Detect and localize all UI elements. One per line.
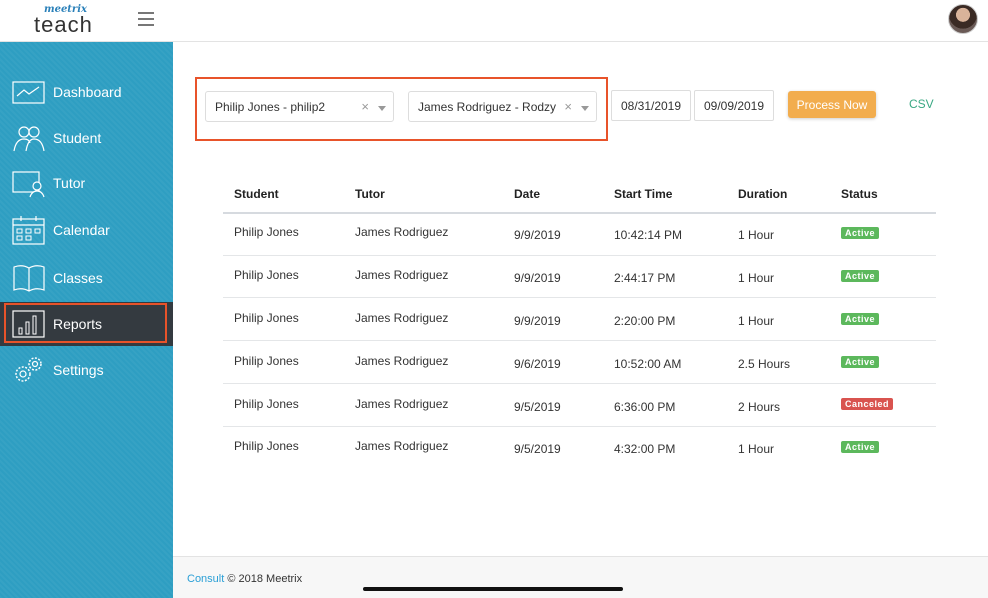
date-to-input[interactable]: 09/09/2019 xyxy=(694,90,774,121)
student-select-value: Philip Jones - philip2 xyxy=(215,99,326,114)
top-bar: meetrix teach xyxy=(0,0,988,42)
status-badge: Active xyxy=(841,356,880,368)
cell-duration: 1 Hour xyxy=(738,271,775,285)
cell-start-time: 4:32:00 PM xyxy=(614,442,676,456)
sidebar-item-dashboard[interactable]: Dashboard xyxy=(0,70,173,114)
cell-duration: 2.5 Hours xyxy=(738,357,791,371)
menu-toggle-icon[interactable] xyxy=(138,12,154,26)
status-badge: Active xyxy=(841,227,880,239)
sidebar-item-settings[interactable]: Settings xyxy=(0,348,173,392)
sidebar-item-label: Reports xyxy=(53,316,103,332)
sidebar-item-classes[interactable]: Classes xyxy=(0,256,173,300)
cell-student: Philip Jones xyxy=(234,397,299,411)
cell-student: Philip Jones xyxy=(234,439,299,453)
row-divider xyxy=(223,297,936,298)
column-header-tutor[interactable]: Tutor xyxy=(355,187,385,201)
cell-duration: 2 Hours xyxy=(738,400,781,414)
cell-student: Philip Jones xyxy=(234,225,299,239)
cell-student: Philip Jones xyxy=(234,311,299,325)
date-from-input[interactable]: 08/31/2019 xyxy=(611,90,691,121)
cell-date: 9/9/2019 xyxy=(514,228,561,242)
table-header-divider xyxy=(223,212,936,214)
student-icon xyxy=(13,126,45,152)
sidebar-item-label: Classes xyxy=(53,270,103,286)
column-header-start-time[interactable]: Start Time xyxy=(614,187,672,201)
cell-student: Philip Jones xyxy=(234,354,299,368)
csv-link[interactable]: CSV xyxy=(909,97,934,111)
cell-start-time: 2:44:17 PM xyxy=(614,271,676,285)
status-badge: Active xyxy=(841,441,880,453)
sidebar-item-label: Calendar xyxy=(53,222,110,238)
sidebar-item-label: Tutor xyxy=(53,175,86,191)
classes-icon xyxy=(13,265,45,292)
sidebar-item-tutor[interactable]: Tutor xyxy=(0,161,173,205)
column-header-student[interactable]: Student xyxy=(234,187,279,201)
chevron-down-icon[interactable] xyxy=(581,106,589,111)
settings-icon xyxy=(15,357,42,382)
cell-tutor: James Rodriguez xyxy=(355,311,449,325)
cell-start-time: 6:36:00 PM xyxy=(614,400,676,414)
tutor-select[interactable]: James Rodriguez - Rodzy × xyxy=(408,91,597,122)
footer-text: Consult © 2018 Meetrix xyxy=(187,573,302,585)
process-now-button[interactable]: Process Now xyxy=(788,91,876,118)
column-header-duration[interactable]: Duration xyxy=(738,187,787,201)
cell-tutor: James Rodriguez xyxy=(355,397,449,411)
cell-date: 9/5/2019 xyxy=(514,442,561,456)
tutor-select-value: James Rodriguez - Rodzy xyxy=(418,99,557,114)
cell-start-time: 10:42:14 PM xyxy=(614,228,683,242)
sidebar: Dashboard Student Tutor Calendar Classes… xyxy=(0,42,173,598)
calendar-icon xyxy=(12,216,45,245)
dashboard-icon xyxy=(12,81,45,104)
status-badge: Canceled xyxy=(841,398,894,410)
avatar[interactable] xyxy=(948,4,978,34)
cell-tutor: James Rodriguez xyxy=(355,225,449,239)
tutor-icon xyxy=(12,171,45,198)
cell-student: Philip Jones xyxy=(234,268,299,282)
clear-icon[interactable]: × xyxy=(564,99,572,114)
status-badge: Active xyxy=(841,313,880,325)
footer: Consult © 2018 Meetrix xyxy=(173,556,988,598)
column-header-status[interactable]: Status xyxy=(841,187,878,201)
clear-icon[interactable]: × xyxy=(361,99,369,114)
status-badge: Active xyxy=(841,270,880,282)
cell-duration: 1 Hour xyxy=(738,314,775,328)
cell-tutor: James Rodriguez xyxy=(355,439,449,453)
cell-start-time: 2:20:00 PM xyxy=(614,314,676,328)
sidebar-item-student[interactable]: Student xyxy=(0,116,173,160)
cell-date: 9/9/2019 xyxy=(514,314,561,328)
cell-duration: 1 Hour xyxy=(738,442,775,456)
row-divider xyxy=(223,383,936,384)
row-divider xyxy=(223,426,936,427)
sidebar-item-label: Settings xyxy=(53,362,104,378)
cell-tutor: James Rodriguez xyxy=(355,354,449,368)
app-logo[interactable]: meetrix teach xyxy=(34,4,104,38)
cell-duration: 1 Hour xyxy=(738,228,775,242)
cell-tutor: James Rodriguez xyxy=(355,268,449,282)
cell-date: 9/6/2019 xyxy=(514,357,561,371)
cell-date: 9/9/2019 xyxy=(514,271,561,285)
home-indicator xyxy=(363,587,623,591)
row-divider xyxy=(223,255,936,256)
logo-big-text: teach xyxy=(34,12,93,37)
column-header-date[interactable]: Date xyxy=(514,187,540,201)
reports-icon xyxy=(12,310,45,338)
copyright-text: © 2018 Meetrix xyxy=(224,573,303,585)
cell-start-time: 10:52:00 AM xyxy=(614,357,682,371)
row-divider xyxy=(223,340,936,341)
cell-date: 9/5/2019 xyxy=(514,400,561,414)
chevron-down-icon[interactable] xyxy=(378,106,386,111)
student-select[interactable]: Philip Jones - philip2 × xyxy=(205,91,394,122)
sidebar-item-label: Student xyxy=(53,130,102,146)
consult-link[interactable]: Consult xyxy=(187,573,224,585)
sidebar-item-reports[interactable]: Reports xyxy=(0,302,173,346)
sidebar-item-label: Dashboard xyxy=(53,84,122,100)
sidebar-item-calendar[interactable]: Calendar xyxy=(0,208,173,252)
